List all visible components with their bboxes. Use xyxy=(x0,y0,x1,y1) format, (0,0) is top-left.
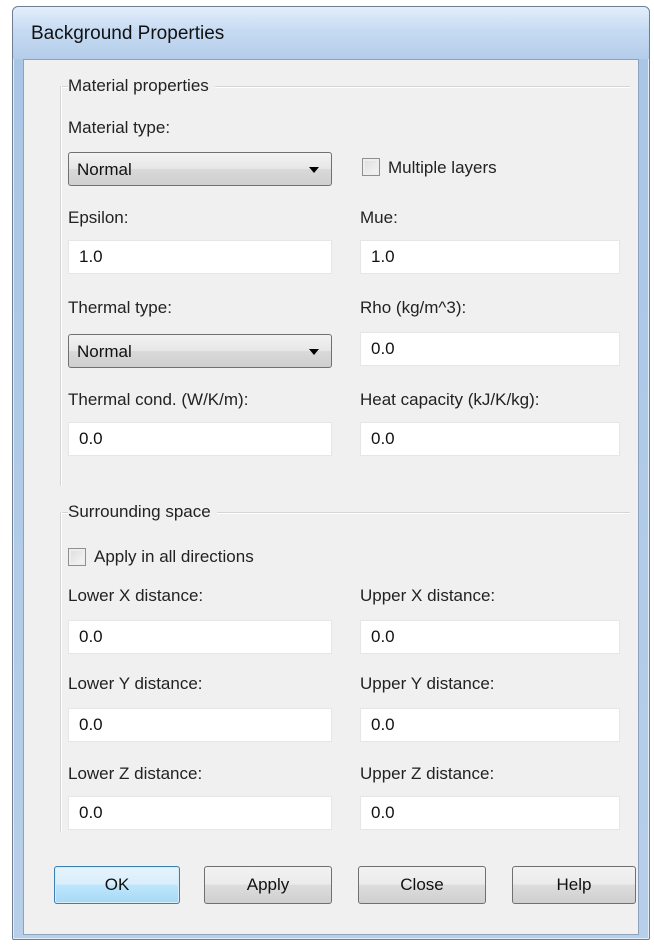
lower-x-label: Lower X distance: xyxy=(68,586,204,605)
rho-label: Rho (kg/m^3): xyxy=(360,298,467,317)
close-button[interactable]: Close xyxy=(358,866,486,904)
help-button[interactable]: Help xyxy=(512,866,636,904)
mue-label: Mue: xyxy=(360,208,398,227)
title-bar[interactable]: Background Properties xyxy=(13,7,649,59)
surrounding-group-left-border xyxy=(60,512,62,832)
dialog-window: Background Properties Material propertie… xyxy=(12,6,650,940)
upper-z-label: Upper Z distance: xyxy=(360,764,495,783)
lower-x-field[interactable] xyxy=(68,620,332,654)
ok-button[interactable]: OK xyxy=(54,866,180,904)
heat-capacity-field[interactable] xyxy=(360,422,620,456)
apply-all-directions-label[interactable]: Apply in all directions xyxy=(94,547,254,567)
dialog-client-area: Material properties Material type: Norma… xyxy=(23,59,639,935)
thermal-cond-label: Thermal cond. (W/K/m): xyxy=(68,390,249,409)
thermal-type-dropdown[interactable]: Normal xyxy=(68,334,332,368)
thermal-cond-field[interactable] xyxy=(68,422,332,456)
lower-y-label: Lower Y distance: xyxy=(68,674,203,693)
lower-z-label: Lower Z distance: xyxy=(68,764,203,783)
upper-y-field[interactable] xyxy=(360,708,620,742)
multiple-layers-label[interactable]: Multiple layers xyxy=(388,158,497,178)
thermal-type-label: Thermal type: xyxy=(68,298,172,317)
upper-z-field[interactable] xyxy=(360,796,620,830)
thermal-type-value: Normal xyxy=(77,342,132,361)
apply-button[interactable]: Apply xyxy=(204,866,332,904)
material-group-title: Material properties xyxy=(68,76,215,96)
lower-z-field[interactable] xyxy=(68,796,332,830)
upper-y-label: Upper Y distance: xyxy=(360,674,495,693)
lower-y-field[interactable] xyxy=(68,708,332,742)
surrounding-group-title: Surrounding space xyxy=(68,502,217,522)
chevron-down-icon xyxy=(309,349,319,355)
apply-all-directions-checkbox[interactable] xyxy=(68,548,86,566)
material-type-value: Normal xyxy=(77,160,132,179)
dialog-title: Background Properties xyxy=(31,23,225,44)
epsilon-field[interactable] xyxy=(68,240,332,274)
chevron-down-icon xyxy=(309,167,319,173)
upper-x-label: Upper X distance: xyxy=(360,586,496,605)
material-type-label: Material type: xyxy=(68,118,171,137)
rho-field[interactable] xyxy=(360,332,620,366)
multiple-layers-checkbox[interactable] xyxy=(362,158,380,176)
mue-field[interactable] xyxy=(360,240,620,274)
epsilon-label: Epsilon: xyxy=(68,208,129,227)
material-group-left-border xyxy=(60,86,62,486)
upper-x-field[interactable] xyxy=(360,620,620,654)
material-type-dropdown[interactable]: Normal xyxy=(68,152,332,186)
heat-capacity-label: Heat capacity (kJ/K/kg): xyxy=(360,390,540,409)
